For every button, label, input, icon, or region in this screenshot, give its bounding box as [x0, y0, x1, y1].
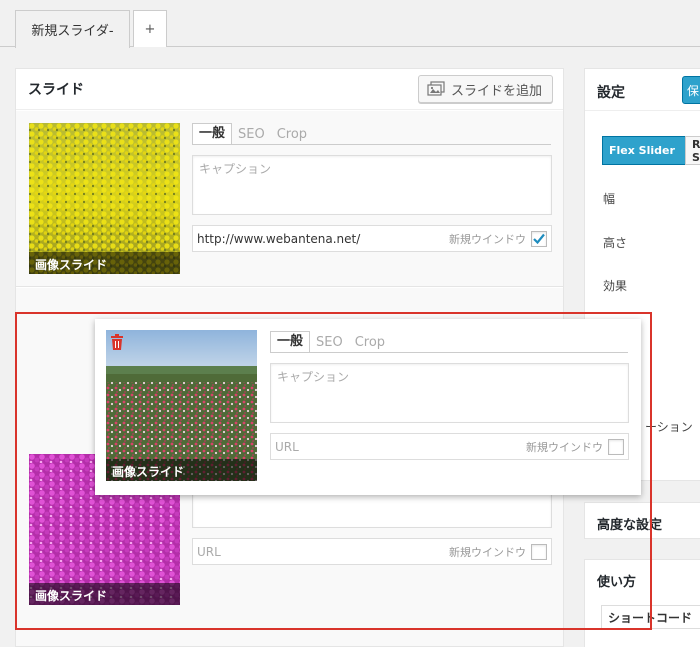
effect-label: 効果	[603, 279, 628, 293]
url-field[interactable]: URL 新規ウインドウ	[192, 538, 552, 565]
slide-row: 画像スライド 一般 SEO Crop キャプション http://www.web…	[16, 111, 563, 287]
divider	[585, 110, 700, 111]
tab-add-slider[interactable]: +	[133, 10, 167, 47]
new-window-label: 新規ウインドウ	[526, 440, 603, 454]
tab-crop[interactable]: Crop	[349, 333, 391, 353]
tab-seo[interactable]: SEO	[232, 125, 271, 145]
new-window-checkbox[interactable]	[531, 543, 547, 560]
width-label: 幅	[603, 192, 616, 206]
tab-seo[interactable]: SEO	[310, 333, 349, 353]
new-window-label: 新規ウインドウ	[449, 545, 526, 559]
save-button[interactable]: 保	[682, 76, 700, 104]
images-icon	[427, 81, 445, 96]
trash-icon[interactable]	[110, 334, 124, 350]
usage-title: 使い方	[597, 575, 637, 590]
height-label: 高さ	[603, 236, 628, 250]
advanced-settings-panel[interactable]: 高度な設定	[584, 502, 700, 539]
slide-type-label: 画像スライド	[106, 459, 257, 481]
tab-slider[interactable]: 新規スライダ-	[15, 10, 130, 48]
slide-type-label: 画像スライド	[29, 583, 180, 605]
url-field[interactable]: URL 新規ウインドウ	[270, 433, 629, 460]
tab-underline	[270, 352, 628, 353]
usage-panel: 使い方 ショートコード	[584, 559, 700, 647]
slide-type-label: 画像スライド	[29, 252, 180, 274]
new-window-checkbox[interactable]	[608, 438, 624, 455]
tab-general[interactable]: 一般	[192, 123, 233, 145]
url-value: http://www.webantena.net/	[197, 231, 361, 246]
caption-textarea[interactable]: キャプション	[270, 363, 629, 423]
shortcode-tab[interactable]: ショートコード	[601, 605, 700, 629]
slide-field-tabs: 一般 SEO Crop	[270, 331, 391, 353]
checkmark-icon	[533, 233, 545, 244]
tab-underline	[192, 144, 551, 145]
slide-thumbnail[interactable]: 画像スライド	[29, 123, 180, 274]
navigation-label: ーション	[645, 420, 693, 434]
dragging-slide[interactable]: 画像スライド 一般 SEO Crop キャプション URL 新規ウインドウ	[95, 319, 641, 495]
slider-type-responsive[interactable]: R. Sl	[685, 136, 700, 165]
slider-type-flex[interactable]: Flex Slider	[602, 136, 686, 165]
slide-field-tabs: 一般 SEO Crop	[192, 123, 313, 145]
new-window-checkbox[interactable]	[531, 230, 547, 247]
url-placeholder: URL	[275, 439, 299, 454]
slides-panel-title: スライド	[28, 82, 84, 98]
settings-title: 設定	[597, 85, 625, 101]
url-field[interactable]: http://www.webantena.net/ 新規ウインドウ	[192, 225, 552, 252]
tab-crop[interactable]: Crop	[271, 125, 313, 145]
add-slide-label: スライドを追加	[450, 83, 542, 99]
advanced-settings-title: 高度な設定	[597, 518, 663, 533]
tab-general[interactable]: 一般	[270, 331, 311, 353]
url-placeholder: URL	[197, 544, 221, 559]
new-window-label: 新規ウインドウ	[449, 232, 526, 246]
add-slide-button[interactable]: スライドを追加	[417, 75, 553, 103]
slide-thumbnail[interactable]: 画像スライド	[106, 330, 257, 481]
caption-textarea[interactable]: キャプション	[192, 155, 552, 215]
